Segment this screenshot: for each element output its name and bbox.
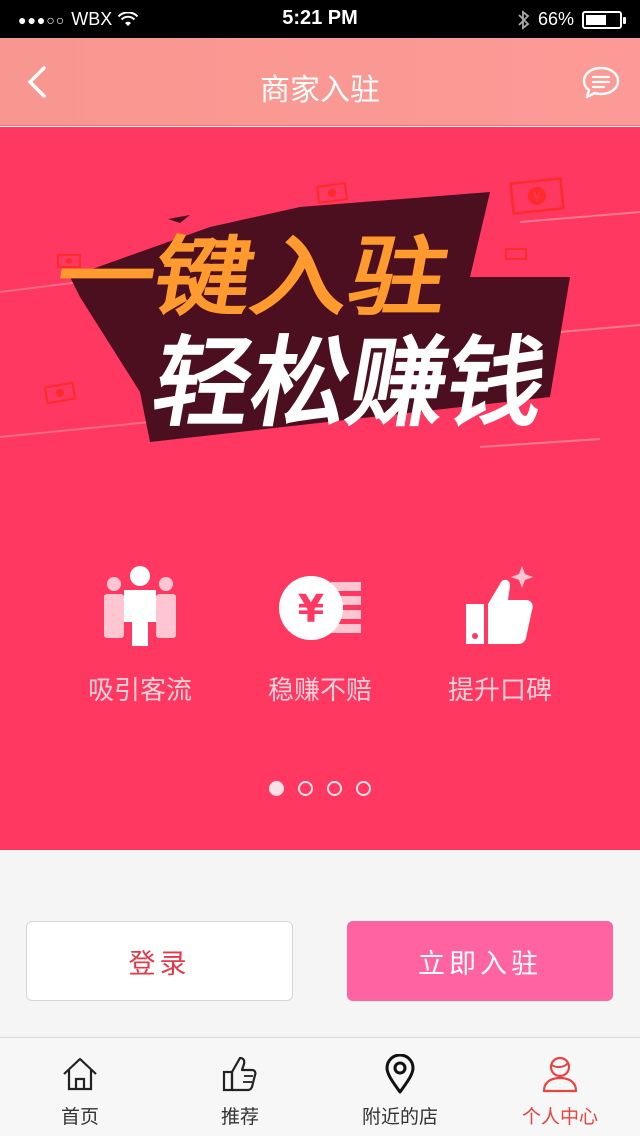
feature-label: 吸引客流 bbox=[87, 676, 192, 706]
tab-label: 首页 bbox=[60, 1106, 99, 1128]
tab-home[interactable]: 首页 bbox=[0, 1038, 160, 1136]
money-note-icon: ¥ bbox=[509, 177, 565, 215]
page-indicator[interactable] bbox=[0, 781, 640, 796]
page-dot[interactable] bbox=[356, 781, 371, 796]
tab-label: 附近的店 bbox=[361, 1106, 438, 1128]
yen-coin-icon: ¥ bbox=[279, 576, 361, 640]
tab-recommend[interactable]: 推荐 bbox=[160, 1038, 320, 1136]
promo-banner[interactable]: ¥ 一键入驻 轻松赚钱 吸引客流 ¥ 稳赚不赔 提升口碑 bbox=[0, 127, 640, 850]
page-dot[interactable] bbox=[327, 781, 342, 796]
tab-label: 推荐 bbox=[220, 1106, 259, 1128]
user-icon bbox=[542, 1056, 578, 1093]
headline-line-2: 轻松赚钱 bbox=[145, 327, 555, 441]
feature-item: 吸引客流 bbox=[75, 562, 205, 707]
svg-text:¥: ¥ bbox=[533, 190, 541, 204]
headline-line-1: 一键入驻 bbox=[49, 229, 456, 328]
location-pin-icon bbox=[385, 1054, 415, 1094]
money-note-icon bbox=[43, 381, 77, 405]
bluetooth-icon bbox=[518, 9, 530, 30]
home-icon bbox=[63, 1057, 97, 1091]
tab-nearby-stores[interactable]: 附近的店 bbox=[320, 1038, 480, 1136]
feature-item: ¥ 稳赚不赔 bbox=[255, 562, 385, 707]
tab-label: 个人中心 bbox=[521, 1106, 598, 1128]
page-dot[interactable] bbox=[298, 781, 313, 796]
thumbs-up-icon bbox=[222, 1056, 257, 1092]
svg-text:¥: ¥ bbox=[298, 587, 324, 631]
hero-graphic: ¥ 一键入驻 轻松赚钱 bbox=[0, 177, 640, 448]
navigation-bar: 商家入驻 bbox=[0, 38, 640, 126]
join-now-button[interactable]: 立即入驻 bbox=[347, 921, 613, 1001]
page-dot[interactable] bbox=[269, 781, 284, 796]
feature-list: 吸引客流 ¥ 稳赚不赔 提升口碑 bbox=[0, 562, 640, 707]
battery-icon bbox=[582, 10, 626, 29]
tab-personal-center[interactable]: 个人中心 bbox=[480, 1038, 640, 1136]
feature-item: 提升口碑 bbox=[435, 562, 565, 707]
chat-bubble-icon[interactable] bbox=[582, 64, 620, 102]
status-bar: ●●●○○ WBX 5:21 PM 66% bbox=[0, 0, 640, 38]
feature-label: 提升口碑 bbox=[447, 676, 552, 706]
money-note-icon bbox=[505, 248, 527, 260]
tab-bar: 首页 推荐 附近的店 个人中心 bbox=[0, 1037, 640, 1136]
thumbs-up-icon bbox=[466, 566, 533, 644]
page-title: 商家入驻 bbox=[260, 73, 380, 108]
people-icon bbox=[104, 566, 176, 646]
login-button[interactable]: 登录 bbox=[26, 921, 293, 1001]
action-area: 登录 立即入驻 bbox=[0, 850, 640, 1036]
money-note-icon bbox=[315, 181, 349, 205]
feature-label: 稳赚不赔 bbox=[267, 676, 372, 706]
battery-percent: 66% bbox=[537, 9, 574, 29]
